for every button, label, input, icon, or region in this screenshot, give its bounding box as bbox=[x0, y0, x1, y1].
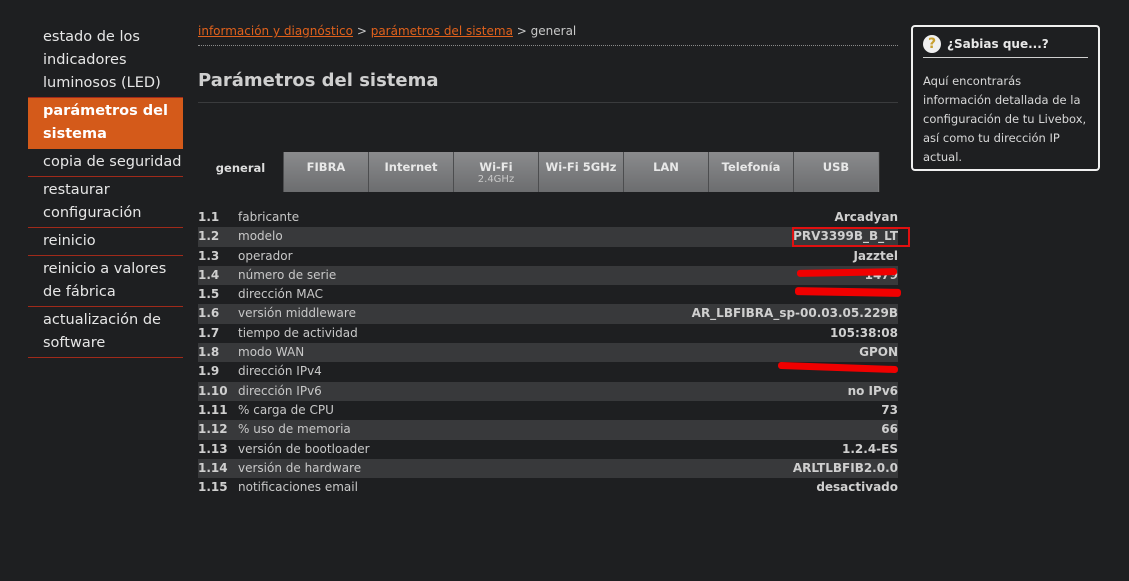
info-title: ¿Sabias que...? bbox=[947, 37, 1049, 51]
row-value: AR_LBFIBRA_sp-00.03.05.229B bbox=[691, 306, 898, 321]
tab-label: general bbox=[215, 161, 266, 175]
row-value: Arcadyan bbox=[834, 210, 898, 224]
table-row: 1.14 versión de hardware ARLTLBFIB2.0.0 bbox=[198, 458, 898, 479]
tab-label: Wi-Fi 5GHz bbox=[545, 160, 617, 174]
row-label: notificaciones email bbox=[238, 480, 358, 495]
row-label: dirección IPv6 bbox=[238, 383, 322, 398]
table-row: 1.11 % carga de CPU 73 bbox=[198, 401, 898, 420]
row-label: modelo bbox=[238, 229, 283, 244]
row-number: 1.5 bbox=[198, 287, 220, 302]
row-value: ARLTLBFIB2.0.0 bbox=[792, 460, 898, 475]
row-number: 1.8 bbox=[198, 345, 220, 360]
table-row: 1.1 fabricante Arcadyan bbox=[198, 208, 898, 227]
row-number: 1.3 bbox=[198, 248, 220, 263]
row-label: dirección IPv4 bbox=[238, 364, 322, 379]
tab-internet[interactable]: Internet bbox=[368, 152, 453, 192]
row-value: 73 bbox=[881, 402, 898, 417]
question-icon: ? bbox=[923, 35, 941, 53]
table-row: 1.6 versión middleware AR_LBFIBRA_sp-00.03… bbox=[198, 304, 898, 324]
row-value: 1.2.4-ES bbox=[842, 441, 898, 456]
sidebar-item-factory-reset[interactable]: reinicio a valores de fábrica bbox=[28, 256, 183, 307]
row-value: 66 bbox=[881, 422, 898, 437]
row-number: 1.2 bbox=[198, 229, 220, 244]
sidebar-item-led[interactable]: estado de los indicadores luminosos (LED… bbox=[28, 24, 183, 98]
row-label: número de serie bbox=[238, 267, 337, 282]
table-row: 1.10 dirección IPv6 no IPv6 bbox=[198, 381, 898, 401]
breadcrumb-current: general bbox=[530, 24, 577, 38]
row-label: modo WAN bbox=[238, 345, 305, 360]
table-row: 1.12 % uso de memoria 66 bbox=[198, 420, 898, 440]
info-header: ? ¿Sabias que...? bbox=[923, 31, 1088, 58]
page-title: Parámetros del sistema bbox=[198, 70, 898, 103]
tab-wifi-24[interactable]: Wi-Fi 2.4GHz bbox=[453, 152, 538, 192]
row-label: dirección MAC bbox=[238, 287, 324, 302]
sidebar-nav: estado de los indicadores luminosos (LED… bbox=[28, 24, 183, 358]
tab-general[interactable]: general bbox=[198, 152, 283, 192]
breadcrumb-link-system-params[interactable]: parámetros del sistema bbox=[371, 24, 513, 38]
tab-wifi-5[interactable]: Wi-Fi 5GHz bbox=[538, 152, 623, 192]
tab-label: LAN bbox=[653, 160, 679, 174]
row-value: desactivado bbox=[816, 480, 898, 495]
tab-label: Telefonía bbox=[721, 160, 781, 174]
breadcrumb-separator: > bbox=[516, 24, 527, 38]
table-row: 1.8 modo WAN GPON bbox=[198, 343, 898, 363]
row-value: no IPv6 bbox=[847, 383, 898, 398]
row-number: 1.6 bbox=[198, 306, 220, 321]
row-number: 1.11 bbox=[198, 402, 228, 417]
breadcrumb-separator: > bbox=[356, 24, 367, 38]
table-row: 1.4número de serie1479 bbox=[198, 265, 898, 286]
sidebar-item-software-update[interactable]: actualización de software bbox=[28, 307, 183, 358]
tab-label: Wi-Fi bbox=[479, 160, 513, 174]
row-value: GPON bbox=[859, 345, 898, 360]
row-number: 1.1 bbox=[198, 210, 220, 224]
tab-label: Internet bbox=[384, 160, 438, 174]
sidebar-item-reboot[interactable]: reinicio bbox=[28, 228, 183, 256]
row-number: 1.4 bbox=[198, 267, 220, 282]
sidebar-item-backup[interactable]: copia de seguridad bbox=[28, 149, 183, 177]
row-number: 1.15 bbox=[198, 480, 228, 495]
sidebar-item-system-params[interactable]: parámetros del sistema bbox=[28, 98, 183, 149]
row-label: tiempo de actividad bbox=[238, 325, 358, 340]
table-row: 1.5 dirección MAC bbox=[198, 285, 898, 304]
row-label: versión middleware bbox=[238, 306, 356, 321]
table-row: 1.13 versión de bootloader 1.2.4-ES bbox=[198, 440, 898, 459]
row-number: 1.7 bbox=[198, 325, 220, 340]
row-label: versión de bootloader bbox=[238, 441, 370, 456]
tab-sublabel: 2.4GHz bbox=[477, 174, 515, 185]
row-number: 1.13 bbox=[198, 441, 228, 456]
params-table: 1.1 fabricante Arcadyan 1.2 modelo PRV3399B_B… bbox=[198, 208, 898, 497]
row-value: Jazztel bbox=[853, 248, 898, 263]
breadcrumb: información y diagnóstico > parámetros d… bbox=[198, 24, 898, 46]
tab-label: FIBRA bbox=[306, 160, 346, 174]
table-row: 1.15 notificaciones email desactivado bbox=[198, 478, 898, 497]
row-number: 1.12 bbox=[198, 422, 228, 437]
row-label: operador bbox=[238, 248, 293, 263]
tab-fibra[interactable]: FIBRA bbox=[283, 152, 368, 192]
row-label: % carga de CPU bbox=[238, 402, 334, 417]
row-value: 105:38:08 bbox=[829, 325, 898, 340]
row-label: % uso de memoria bbox=[238, 422, 351, 437]
model-highlight-box bbox=[792, 227, 910, 247]
row-label: fabricante bbox=[238, 210, 300, 224]
breadcrumb-link-diagnostics[interactable]: información y diagnóstico bbox=[198, 24, 353, 38]
table-row: 1.3 operador Jazztel bbox=[198, 247, 898, 266]
tab-lan[interactable]: LAN bbox=[623, 152, 708, 192]
row-label: versión de hardware bbox=[238, 460, 362, 475]
tab-bar: general FIBRA Internet Wi-Fi 2.4GHz Wi-Fi… bbox=[198, 152, 880, 192]
info-text: Aquí encontrarás información detallada d… bbox=[923, 74, 1087, 164]
sidebar-item-restore[interactable]: restaurar configuración bbox=[28, 177, 183, 228]
tab-telefonia[interactable]: Telefonía bbox=[708, 152, 793, 192]
row-number: 1.14 bbox=[198, 460, 228, 475]
table-row: 1.7 tiempo de actividad 105:38:08 bbox=[198, 324, 898, 343]
row-number: 1.10 bbox=[198, 383, 228, 398]
info-box: ? ¿Sabias que...? Aquí encontrarás infor… bbox=[911, 25, 1100, 171]
tab-usb[interactable]: USB bbox=[793, 152, 878, 192]
row-number: 1.9 bbox=[198, 364, 220, 379]
tab-label: USB bbox=[822, 160, 850, 174]
